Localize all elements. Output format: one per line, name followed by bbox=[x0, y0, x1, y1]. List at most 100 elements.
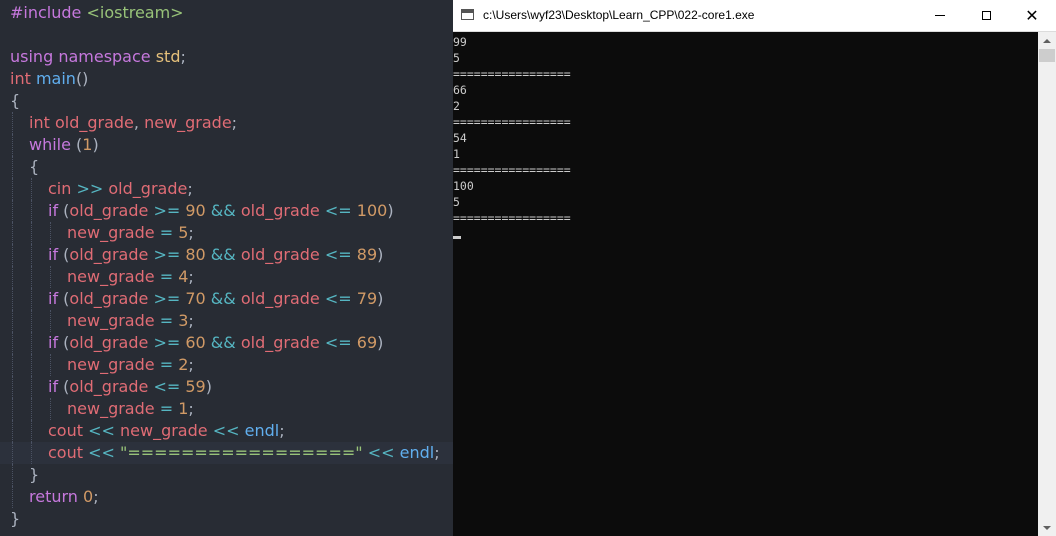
code-token: >= bbox=[153, 289, 181, 308]
console-window[interactable]: c:\Users\wyf23\Desktop\Learn_CPP\022-cor… bbox=[453, 0, 1056, 536]
minimize-button[interactable] bbox=[917, 0, 963, 31]
code-token: && bbox=[210, 201, 236, 220]
code-line[interactable]: new_grade = 5; bbox=[0, 222, 453, 244]
code-token: ; bbox=[187, 179, 193, 198]
code-token: cout bbox=[48, 443, 83, 462]
maximize-button[interactable] bbox=[963, 0, 1009, 31]
code-token: = bbox=[159, 355, 174, 374]
indent-guide bbox=[12, 464, 13, 486]
code-token: ) bbox=[92, 135, 99, 154]
code-editor[interactable]: #include <iostream> using namespace std; i… bbox=[0, 0, 453, 536]
scroll-up-button[interactable] bbox=[1038, 32, 1056, 49]
code-token: old_grade bbox=[69, 333, 149, 352]
code-token: old_grade bbox=[108, 179, 188, 198]
indent-guide bbox=[50, 222, 51, 244]
indent-guide bbox=[12, 156, 13, 178]
indent-guide bbox=[31, 354, 32, 376]
code-token: endl bbox=[244, 421, 280, 440]
title-bar[interactable]: c:\Users\wyf23\Desktop\Learn_CPP\022-cor… bbox=[453, 0, 1056, 32]
code-token: old_grade bbox=[240, 333, 320, 352]
code-line[interactable]: if (old_grade >= 80 && old_grade <= 89) bbox=[0, 244, 453, 266]
code-line[interactable]: { bbox=[0, 156, 453, 178]
indent-guide bbox=[12, 442, 13, 464]
code-line[interactable] bbox=[0, 24, 453, 46]
code-token: ( bbox=[70, 135, 83, 154]
code-token: #include bbox=[10, 3, 82, 22]
code-line[interactable]: cin >> old_grade; bbox=[0, 178, 453, 200]
code-token: using bbox=[10, 47, 54, 66]
code-token: { bbox=[29, 157, 40, 176]
code-line[interactable]: cout << "=================" << endl; bbox=[0, 442, 453, 464]
code-token: 0 bbox=[83, 487, 94, 506]
code-token: ( bbox=[58, 377, 70, 396]
code-token: << bbox=[88, 421, 115, 440]
code-token: = bbox=[159, 311, 174, 330]
code-line[interactable]: new_grade = 4; bbox=[0, 266, 453, 288]
code-text: if (old_grade >= 90 && old_grade <= 100) bbox=[48, 200, 394, 222]
minimize-icon bbox=[935, 15, 945, 16]
code-line[interactable]: if (old_grade <= 59) bbox=[0, 376, 453, 398]
indent-guide bbox=[31, 288, 32, 310]
indent-guide bbox=[50, 310, 51, 332]
code-token: << bbox=[88, 443, 115, 462]
code-token: = bbox=[159, 223, 174, 242]
code-line[interactable]: new_grade = 2; bbox=[0, 354, 453, 376]
code-line[interactable]: } bbox=[0, 464, 453, 486]
code-token: new_grade bbox=[67, 311, 155, 330]
code-line[interactable]: return 0; bbox=[0, 486, 453, 508]
code-token: old_grade bbox=[69, 289, 149, 308]
code-line[interactable]: cout << new_grade << endl; bbox=[0, 420, 453, 442]
code-line[interactable]: if (old_grade >= 90 && old_grade <= 100) bbox=[0, 200, 453, 222]
code-token: >= bbox=[153, 333, 181, 352]
code-text: cout << new_grade << endl; bbox=[48, 420, 285, 442]
code-token: 79 bbox=[356, 289, 378, 308]
code-text: new_grade = 1; bbox=[67, 398, 194, 420]
code-line[interactable]: new_grade = 3; bbox=[0, 310, 453, 332]
code-token: && bbox=[210, 289, 236, 308]
indent-guide bbox=[31, 376, 32, 398]
indent-guide bbox=[31, 420, 32, 442]
code-token: ; bbox=[434, 443, 440, 462]
code-token: new_grade bbox=[67, 399, 155, 418]
code-line[interactable]: using namespace std; bbox=[0, 46, 453, 68]
code-text: cout << "=================" << endl; bbox=[48, 442, 440, 464]
code-line[interactable]: while (1) bbox=[0, 134, 453, 156]
indent-guide bbox=[50, 398, 51, 420]
code-text: if (old_grade >= 60 && old_grade <= 69) bbox=[48, 332, 383, 354]
code-token: old_grade bbox=[69, 201, 149, 220]
code-token: cin bbox=[48, 179, 72, 198]
code-line[interactable]: } bbox=[0, 508, 453, 530]
indent-guide bbox=[31, 442, 32, 464]
vertical-scrollbar[interactable] bbox=[1038, 32, 1056, 536]
code-token: ; bbox=[180, 47, 186, 66]
arrow-down-icon bbox=[1043, 525, 1051, 530]
code-text: int old_grade, new_grade; bbox=[29, 112, 237, 134]
code-token: ; bbox=[188, 311, 194, 330]
indent-guide bbox=[12, 376, 13, 398]
code-line[interactable]: #include <iostream> bbox=[0, 2, 453, 24]
indent-guide bbox=[31, 266, 32, 288]
code-token: new_grade bbox=[67, 355, 155, 374]
code-line[interactable]: { bbox=[0, 90, 453, 112]
scroll-thumb[interactable] bbox=[1039, 49, 1055, 62]
code-line[interactable]: int old_grade, new_grade; bbox=[0, 112, 453, 134]
code-token: ( bbox=[58, 333, 70, 352]
code-token: } bbox=[10, 509, 21, 528]
code-token: "=================" bbox=[120, 443, 363, 462]
indent-guide bbox=[31, 178, 32, 200]
code-token: if bbox=[48, 201, 59, 220]
indent-guide bbox=[12, 178, 13, 200]
code-token: return bbox=[29, 487, 78, 506]
console-output[interactable]: 99 5 ================= 66 2 ============… bbox=[453, 32, 1038, 536]
code-token: if bbox=[48, 333, 59, 352]
scroll-down-button[interactable] bbox=[1038, 519, 1056, 536]
code-line[interactable]: new_grade = 1; bbox=[0, 398, 453, 420]
code-token: && bbox=[210, 245, 236, 264]
code-line[interactable]: if (old_grade >= 60 && old_grade <= 69) bbox=[0, 332, 453, 354]
code-line[interactable]: int main() bbox=[0, 68, 453, 90]
code-text: new_grade = 5; bbox=[67, 222, 194, 244]
indent-guide bbox=[12, 134, 13, 156]
code-token: ; bbox=[188, 355, 194, 374]
close-button[interactable]: ✕ bbox=[1009, 0, 1055, 31]
code-line[interactable]: if (old_grade >= 70 && old_grade <= 79) bbox=[0, 288, 453, 310]
